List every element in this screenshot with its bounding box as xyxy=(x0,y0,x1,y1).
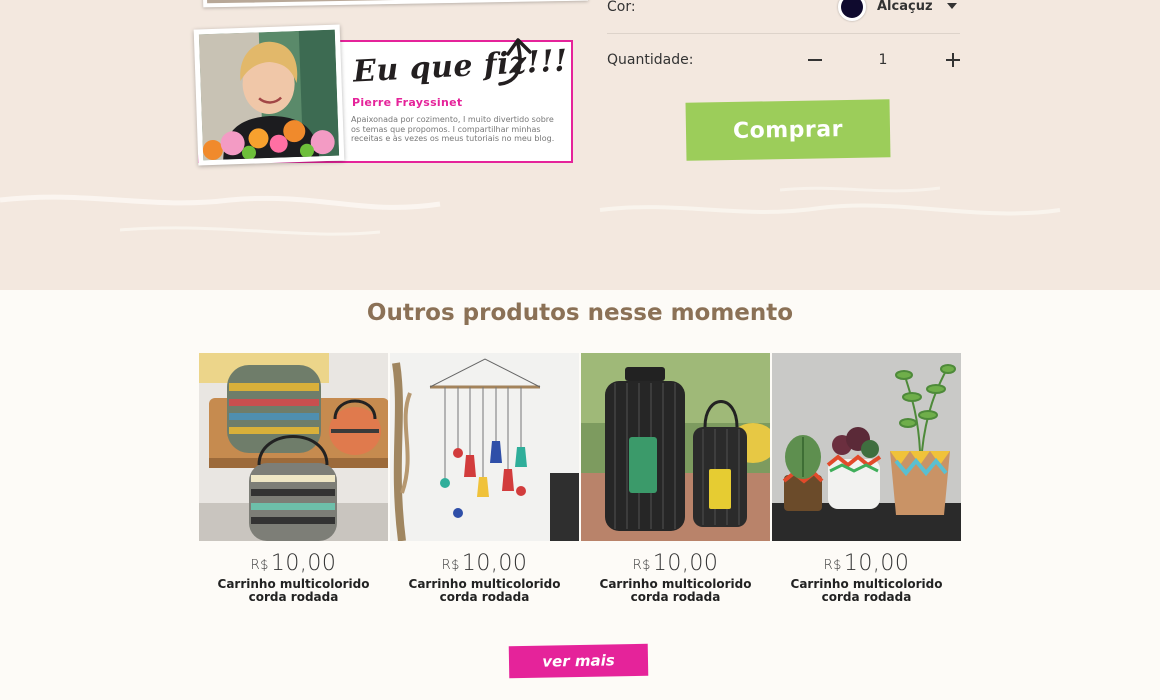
product-price: R$10,00 xyxy=(441,551,528,576)
product-image[interactable] xyxy=(199,353,388,541)
brush-stroke-divider xyxy=(0,170,1160,276)
author-avatar xyxy=(193,24,345,166)
product-card[interactable]: R$10,00 Carrinho multicolorido corda rod… xyxy=(581,353,770,608)
color-label: Cor: xyxy=(607,0,636,15)
product-price: R$10,00 xyxy=(250,551,337,576)
quantity-increase-button[interactable] xyxy=(943,50,963,70)
quantity-value[interactable]: 1 xyxy=(873,52,893,68)
product-price: R$10,00 xyxy=(632,551,719,576)
buy-button[interactable]: Comprar xyxy=(685,99,891,161)
see-more-button[interactable]: ver mais xyxy=(508,643,649,679)
product-name[interactable]: Carrinho multicolorido corda rodada xyxy=(772,578,961,604)
caret-down-icon[interactable] xyxy=(947,3,957,9)
product-image[interactable] xyxy=(772,353,961,541)
related-products-title: Outros produtos nesse momento xyxy=(366,300,794,326)
product-card[interactable]: R$10,00 Carrinho multicolorido corda rod… xyxy=(199,353,388,608)
product-name[interactable]: Carrinho multicolorido corda rodada xyxy=(199,578,388,604)
color-select-value[interactable]: Alcaçuz xyxy=(877,0,933,14)
curved-arrow-icon xyxy=(498,38,532,86)
product-card[interactable]: R$10,00 Carrinho multicolorido corda rod… xyxy=(390,353,579,608)
related-products-grid: R$10,00 Carrinho multicolorido corda rod… xyxy=(199,353,961,613)
product-card[interactable]: R$10,00 Carrinho multicolorido corda rod… xyxy=(772,353,961,608)
quantity-decrease-button[interactable] xyxy=(806,50,826,70)
author-name: Pierre Frayssinet xyxy=(352,96,463,109)
options-divider xyxy=(607,33,960,34)
product-name[interactable]: Carrinho multicolorido corda rodada xyxy=(581,578,770,604)
product-image[interactable] xyxy=(390,353,579,541)
product-name[interactable]: Carrinho multicolorido corda rodada xyxy=(390,578,579,604)
product-price: R$10,00 xyxy=(823,551,910,576)
quantity-label: Quantidade: xyxy=(607,52,694,68)
author-bio: Apaixonada por cozimento, I muito divert… xyxy=(351,115,555,144)
product-image[interactable] xyxy=(581,353,770,541)
